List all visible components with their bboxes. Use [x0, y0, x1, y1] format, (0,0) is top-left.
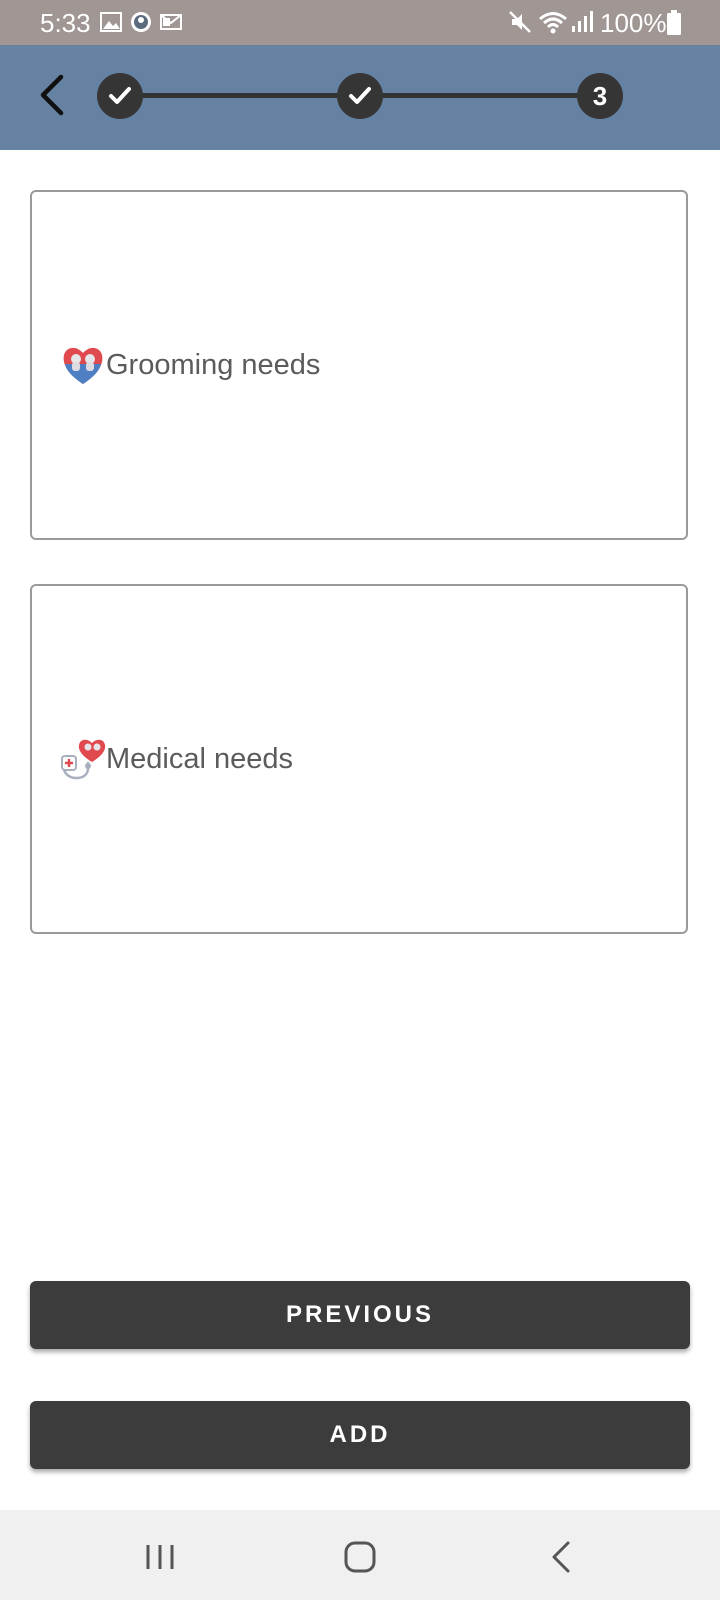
- option-label: Grooming needs: [106, 348, 321, 381]
- previous-button[interactable]: PREVIOUS: [30, 1281, 690, 1349]
- battery-icon: [667, 10, 681, 35]
- stepper-connector: [120, 93, 360, 98]
- system-navigation-bar: [0, 1510, 720, 1600]
- step-3-current: 3: [577, 73, 623, 119]
- signal-icon: [572, 11, 593, 32]
- back-arrow-icon[interactable]: [28, 67, 76, 123]
- status-bar: 5:33 100%: [0, 0, 720, 45]
- back-icon[interactable]: [537, 1535, 587, 1579]
- checkmark-icon: [109, 87, 131, 104]
- home-icon[interactable]: [335, 1535, 385, 1579]
- step-1-completed: [97, 73, 143, 119]
- option-label: Medical needs: [106, 742, 293, 775]
- mute-icon: [509, 11, 531, 33]
- status-time: 5:33: [40, 8, 91, 38]
- step-2-completed: [337, 73, 383, 119]
- option-card-medical[interactable]: Medical needs: [30, 584, 688, 934]
- recent-apps-icon[interactable]: [135, 1535, 185, 1579]
- stepper-connector: [360, 93, 600, 98]
- app-notification-icon: [131, 12, 151, 32]
- add-button[interactable]: ADD: [30, 1401, 690, 1469]
- stepper-header: 3: [0, 45, 720, 150]
- mail-notification-icon: [160, 14, 182, 30]
- grooming-heart-icon: [63, 347, 103, 384]
- option-card-grooming[interactable]: Grooming needs: [30, 190, 688, 540]
- gallery-notification-icon: [100, 12, 122, 32]
- stethoscope-heart-icon: [61, 739, 106, 780]
- wifi-icon: [539, 12, 567, 34]
- checkmark-icon: [349, 87, 371, 104]
- battery-percent: 100%: [600, 8, 667, 38]
